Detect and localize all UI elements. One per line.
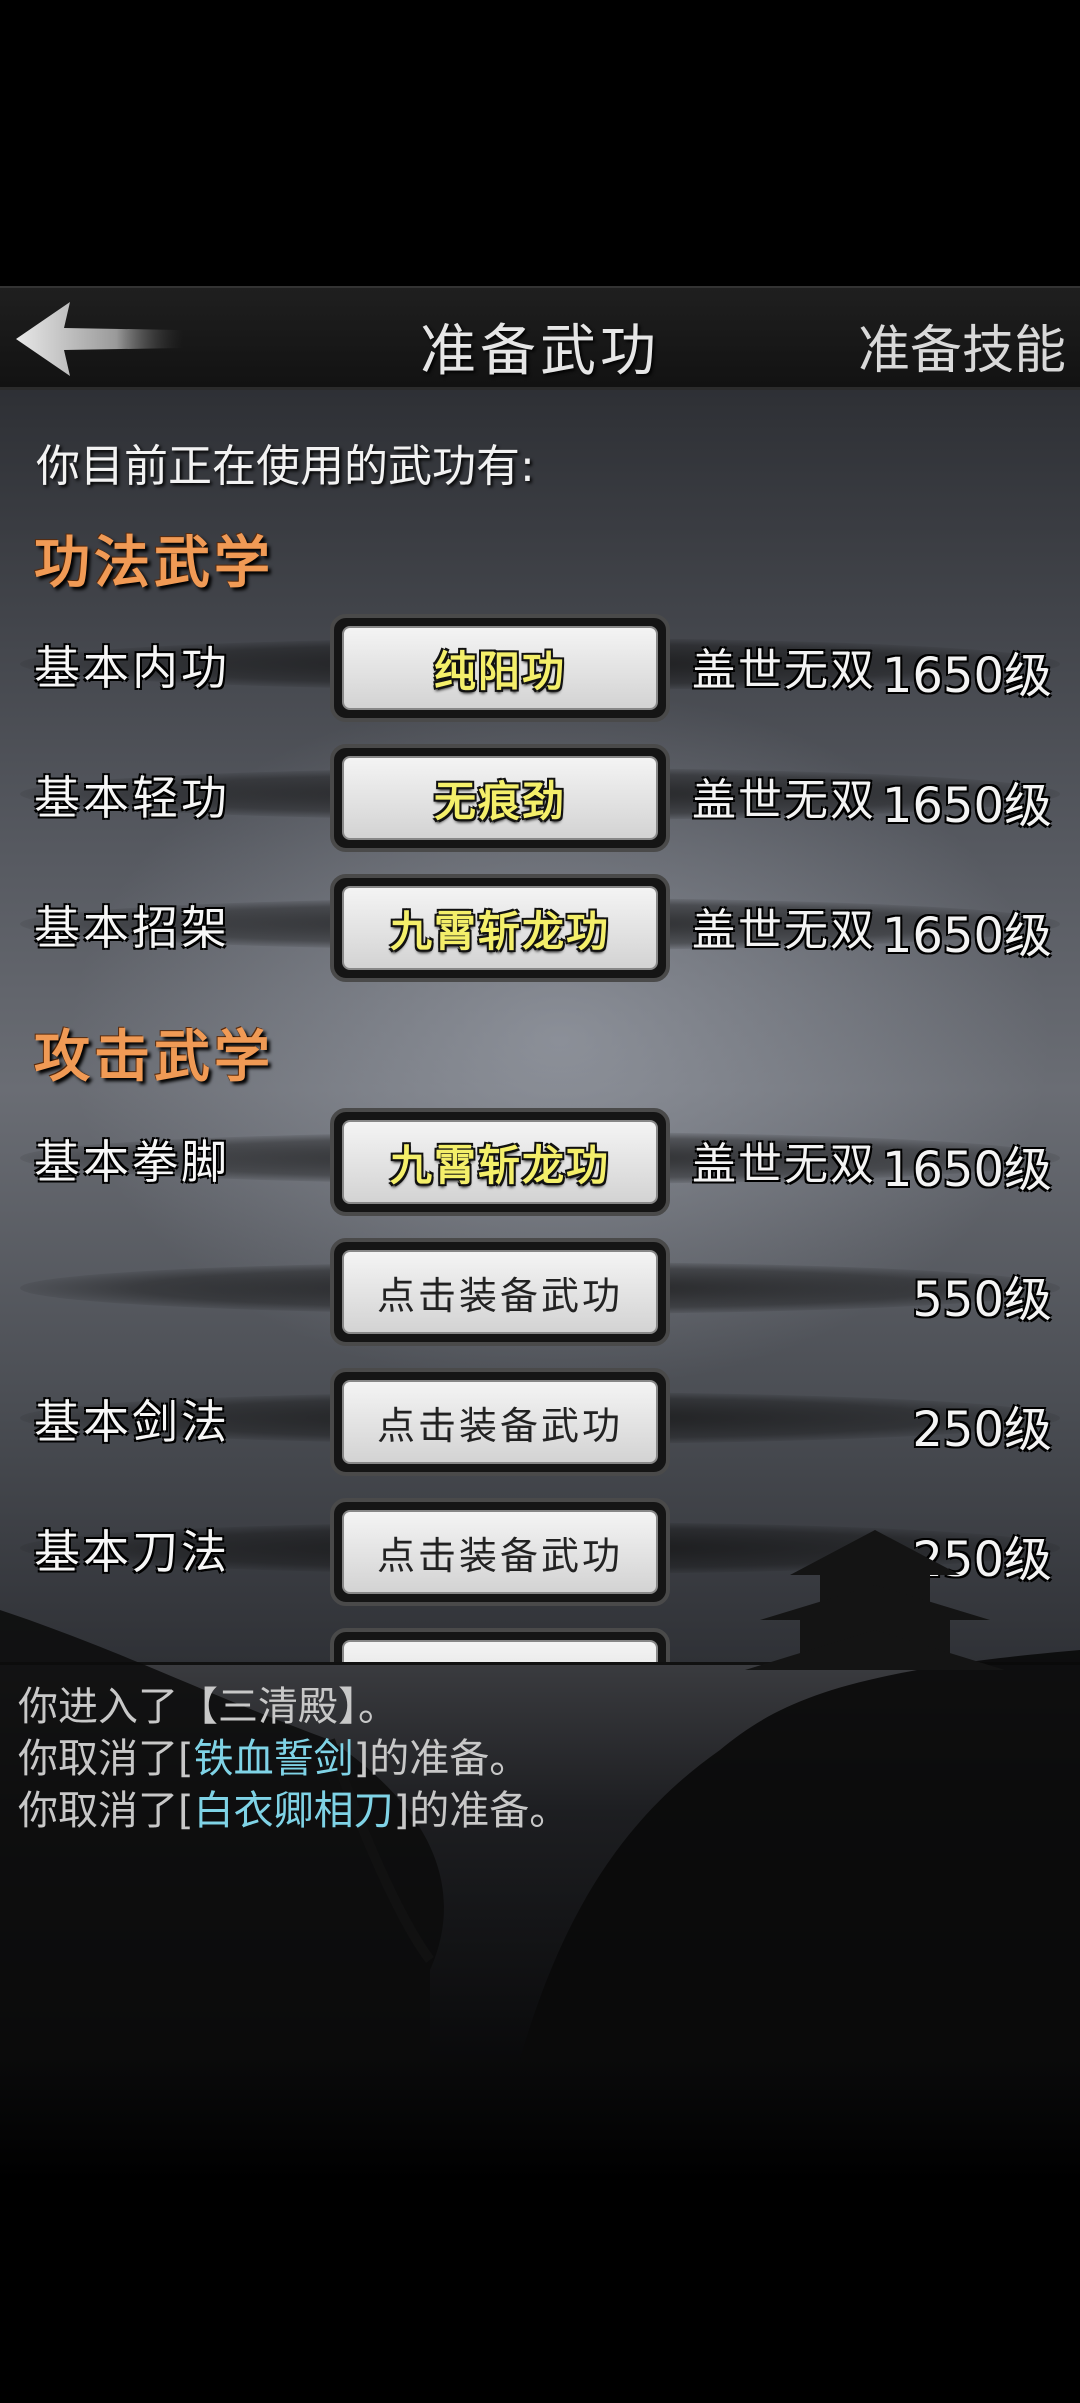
- skill-rank: 盖世无双: [692, 775, 876, 826]
- skill-row: 基本拳脚 九霄斩龙功 盖世无双 1650级: [0, 1104, 1080, 1216]
- message-log: 你进入了【三清殿】。 你取消了[铁血誓剑]的准备。 你取消了[白衣卿相刀]的准备…: [0, 1662, 1080, 2403]
- log-line: 你进入了【三清殿】。: [18, 1684, 398, 1730]
- skill-row-partial: [0, 1624, 1080, 1662]
- skill-row: 基本刀法 点击装备武功 250级: [0, 1494, 1080, 1606]
- skill-row-label: 基本拳脚: [34, 1135, 230, 1189]
- tab-prepare-skills[interactable]: 准备技能: [858, 308, 1066, 383]
- skill-row: 基本内功 纯阳功 盖世无双 1650级: [0, 610, 1080, 722]
- equipped-skill-name: 九霄斩龙功: [389, 1140, 610, 1190]
- skill-level: 250级: [912, 1532, 1052, 1588]
- intro-text: 你目前正在使用的武功有:: [36, 441, 535, 492]
- skill-level: 1650级: [881, 908, 1052, 964]
- skill-row-label: 基本内功: [34, 641, 230, 695]
- log-highlight-skill: 铁血誓剑: [193, 1736, 354, 1782]
- skill-row-label: 基本轻功: [34, 771, 230, 825]
- martial-arts-panel: 你目前正在使用的武功有: 功法武学 基本内功 纯阳功 盖世无双 1650级 基本…: [0, 390, 1080, 1662]
- equipped-skill-name: 无痕劲: [433, 776, 566, 826]
- equip-slot[interactable]: 九霄斩龙功: [330, 1108, 670, 1216]
- skill-row: 点击装备武功 550级: [0, 1234, 1080, 1346]
- skill-level: 1650级: [881, 648, 1052, 704]
- skill-rank: 盖世无双: [692, 905, 876, 956]
- equip-prompt: 点击装备武功: [376, 1533, 623, 1578]
- equipped-skill-name: 纯阳功: [433, 646, 566, 696]
- skill-rank: 盖世无双: [692, 645, 876, 696]
- skill-level: 250级: [912, 1402, 1052, 1458]
- equip-slot[interactable]: 点击装备武功: [330, 1238, 670, 1346]
- equip-slot[interactable]: 点击装备武功: [330, 1368, 670, 1476]
- skill-row-label: 基本招架: [34, 901, 230, 955]
- equip-slot[interactable]: 点击装备武功: [330, 1498, 670, 1606]
- section-heading-attack: 攻击武学: [34, 1024, 274, 1090]
- screen: 准备武功 准备技能 你目前正在使用的武功有: 功法武学 基本内功 纯阳功 盖世无…: [0, 0, 1080, 2403]
- skill-rank: 盖世无双: [692, 1139, 876, 1190]
- skill-row: 基本剑法 点击装备武功 250级: [0, 1364, 1080, 1476]
- skill-row: 基本招架 九霄斩龙功 盖世无双 1650级: [0, 870, 1080, 982]
- equip-slot[interactable]: [330, 1628, 670, 1662]
- equip-prompt: 点击装备武功: [376, 1273, 623, 1318]
- log-line: 你取消了[白衣卿相刀]的准备。: [18, 1788, 570, 1834]
- skill-level: 1650级: [881, 778, 1052, 834]
- equip-prompt: 点击装备武功: [376, 1403, 623, 1448]
- skill-row-label: 基本剑法: [34, 1395, 230, 1449]
- equipped-skill-name: 九霄斩龙功: [389, 906, 610, 956]
- skill-row: 基本轻功 无痕劲 盖世无双 1650级: [0, 740, 1080, 852]
- top-bar: 准备武功 准备技能: [0, 286, 1080, 390]
- equip-slot[interactable]: 九霄斩龙功: [330, 874, 670, 982]
- section-heading-technique: 功法武学: [34, 530, 274, 596]
- log-highlight-skill: 白衣卿相刀: [193, 1788, 394, 1834]
- skill-row-label: 基本刀法: [34, 1525, 230, 1579]
- equip-slot[interactable]: 纯阳功: [330, 614, 670, 722]
- equip-slot[interactable]: 无痕劲: [330, 744, 670, 852]
- log-lines: 你进入了【三清殿】。 你取消了[铁血誓剑]的准备。 你取消了[白衣卿相刀]的准备…: [18, 1681, 569, 1837]
- skill-level: 550级: [912, 1272, 1052, 1328]
- skill-level: 1650级: [881, 1142, 1052, 1198]
- log-line: 你取消了[铁血誓剑]的准备。: [18, 1736, 530, 1782]
